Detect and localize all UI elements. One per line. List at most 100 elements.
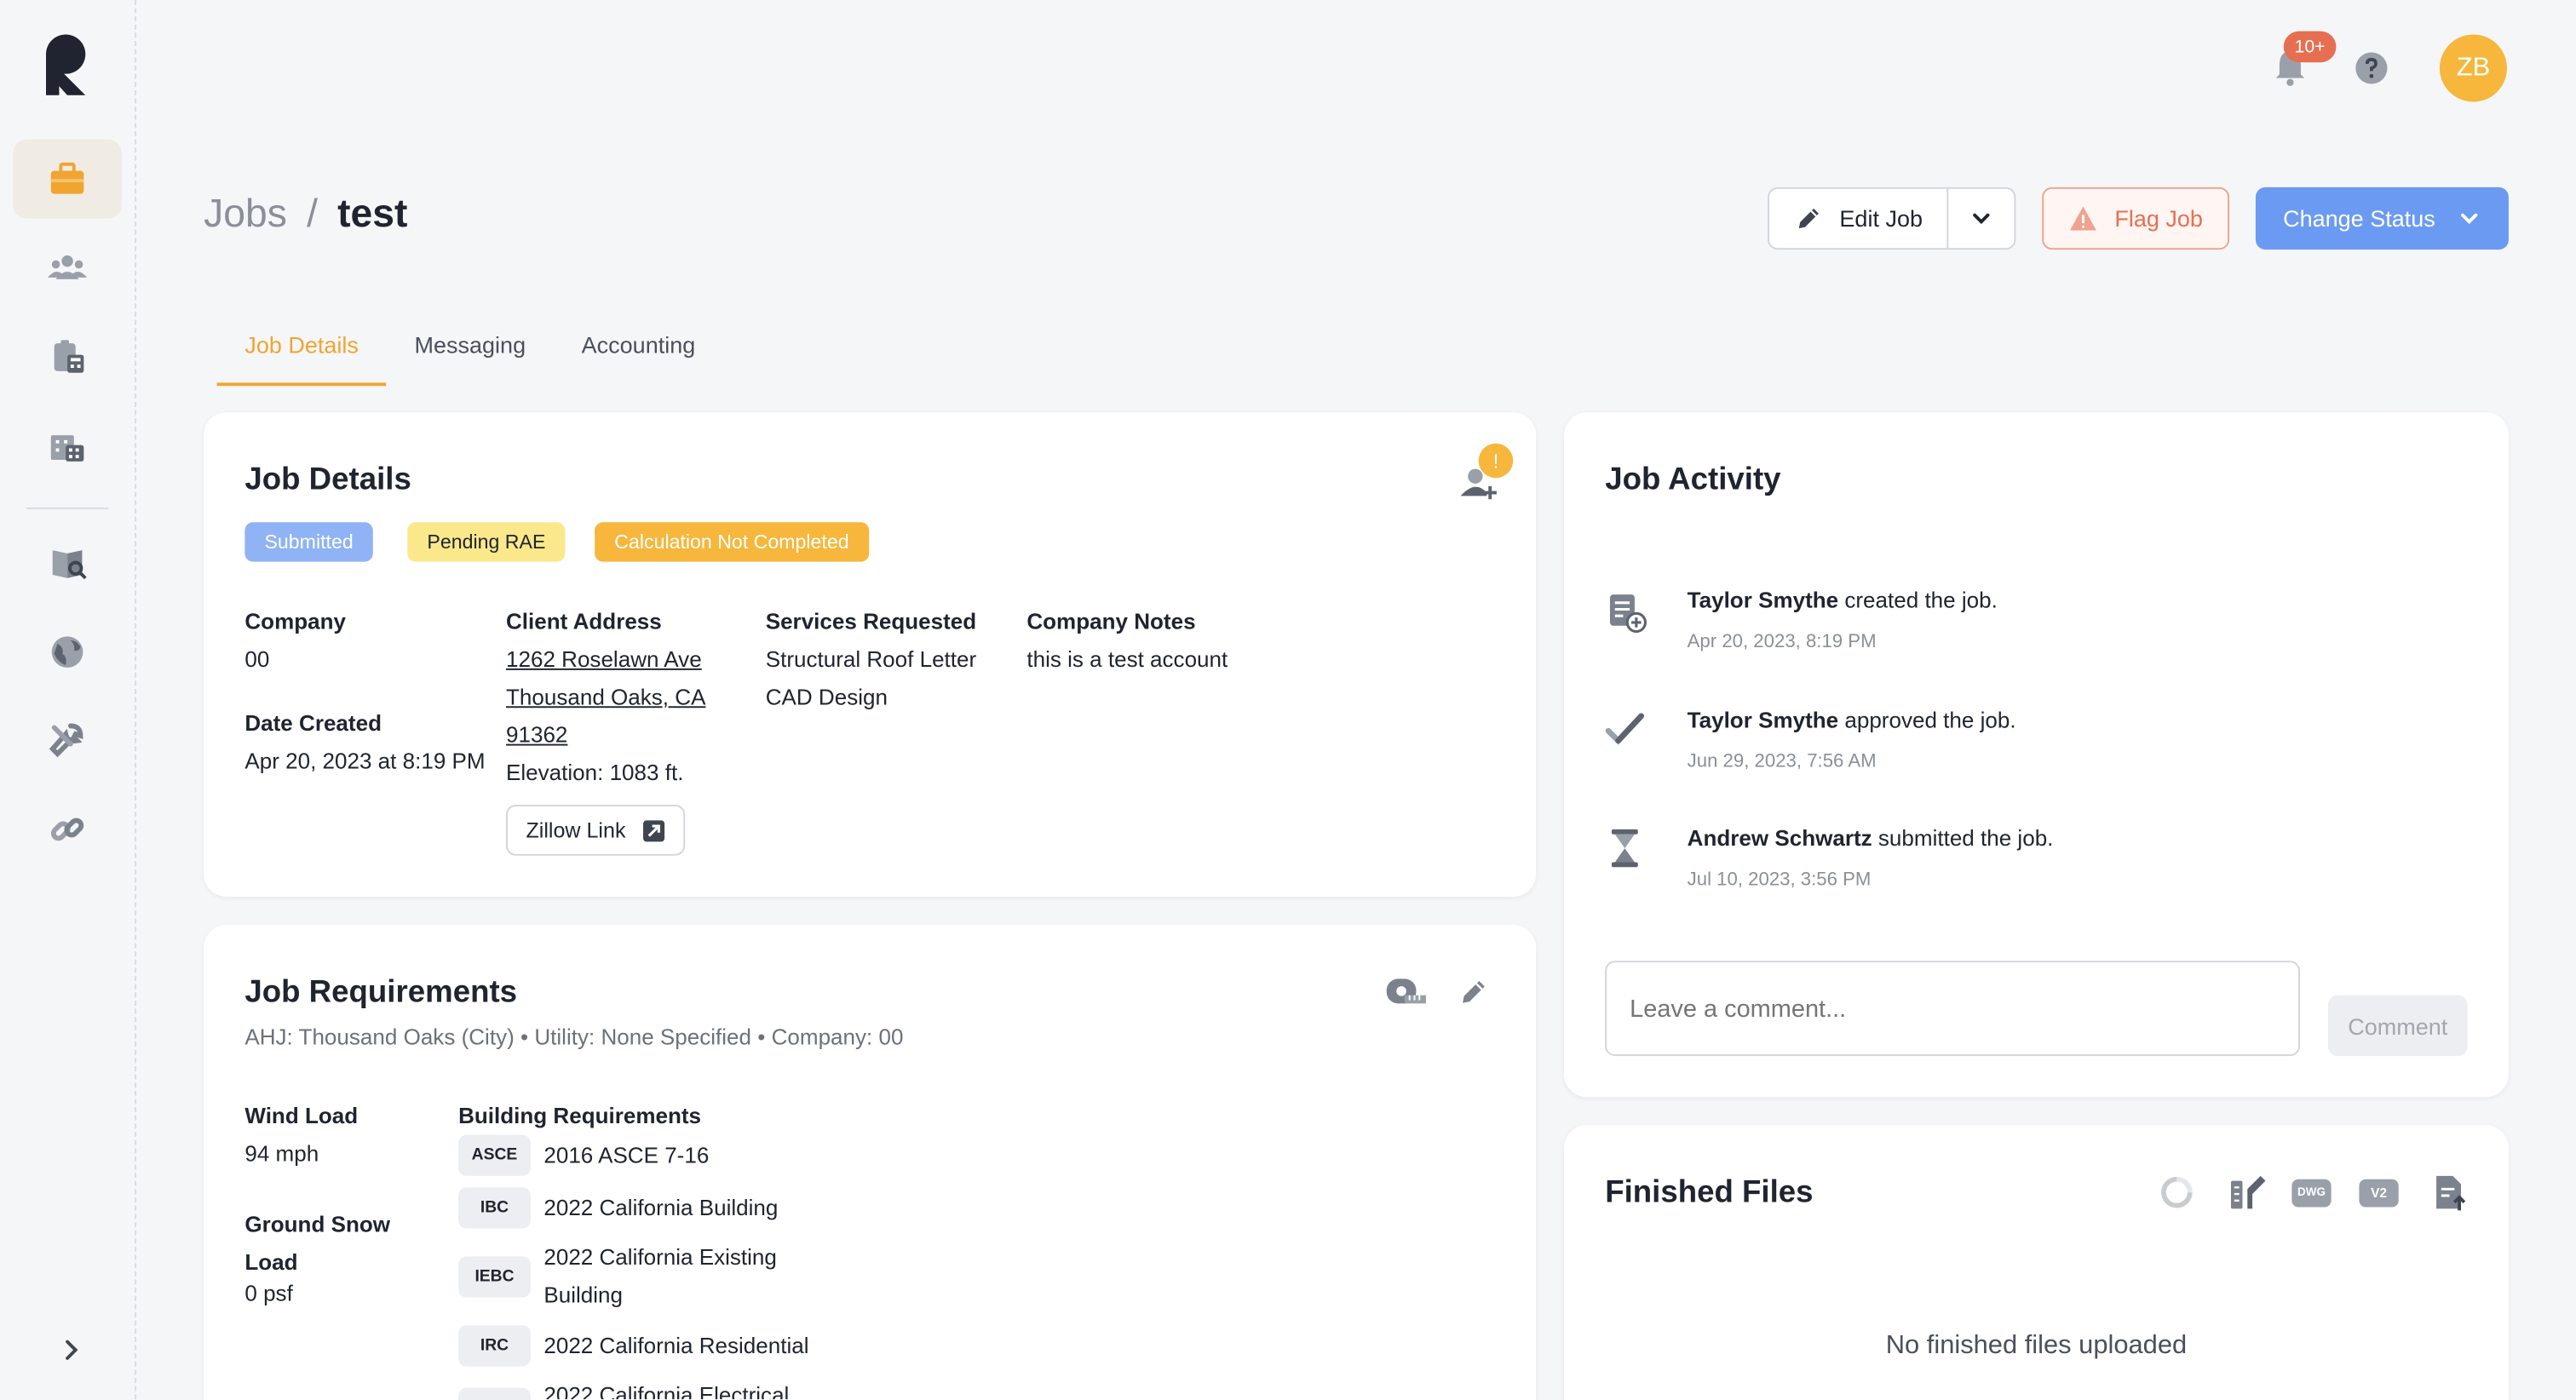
external-link-icon: [642, 819, 664, 841]
avatar[interactable]: ZB: [2439, 34, 2507, 102]
address-line-1[interactable]: 1262 Roselawn Ave: [506, 647, 702, 672]
code-description: 2022 California Existing Building: [543, 1238, 777, 1314]
client-address-link[interactable]: 1262 Roselawn Ave Thousand Oaks, CA 9136…: [506, 640, 705, 791]
chevron-right-icon[interactable]: [56, 1334, 89, 1367]
sidebar: [0, 0, 137, 1400]
building-requirements-label: Building Requirements: [458, 1103, 702, 1128]
finished-files-empty-message: No finished files uploaded: [1885, 1332, 2188, 1360]
tab-accounting[interactable]: Accounting: [554, 322, 723, 386]
breadcrumb: Jobs / test: [204, 192, 407, 238]
snow-load-value: 0 psf: [244, 1281, 293, 1306]
breadcrumb-jobs-link[interactable]: Jobs: [204, 192, 287, 238]
code-description: 2016 ASCE 7-16: [543, 1143, 710, 1168]
activity-timestamp: Jun 29, 2023, 7:56 AM: [1687, 752, 1877, 772]
change-status-button[interactable]: Change Status: [2255, 186, 2509, 250]
code-description-line: 2022 California Existing: [543, 1244, 777, 1270]
comment-input[interactable]: [1605, 961, 2300, 1057]
wind-load-value: 94 mph: [244, 1141, 319, 1167]
status-badge-calculation: Calculation Not Completed: [595, 522, 869, 562]
job-details-title: Job Details: [244, 462, 411, 498]
clipboard-calculator-icon: [54, 340, 84, 373]
sidebar-item-jobs[interactable]: [13, 139, 122, 219]
checkmark-icon: [1605, 713, 1645, 745]
address-line-2[interactable]: Thousand Oaks, CA: [506, 685, 705, 709]
elevation-value: Elevation: 1083 ft.: [505, 760, 684, 785]
service-item: CAD Design: [765, 685, 888, 710]
sidebar-item-library[interactable]: [13, 524, 121, 603]
sidebar-item-companies[interactable]: [13, 405, 121, 485]
briefcase-icon: [50, 162, 84, 194]
status-badge-submitted: Submitted: [244, 522, 373, 562]
code-tag: IRC: [458, 1325, 531, 1367]
flag-job-button[interactable]: Flag Job: [2042, 186, 2230, 250]
activity-action: approved the job.: [1838, 708, 2016, 733]
file-upload-icon[interactable]: [2429, 1173, 2469, 1212]
tab-messaging[interactable]: Messaging: [387, 322, 554, 386]
sidebar-divider: [26, 507, 109, 509]
version-two-icon[interactable]: V2: [2359, 1179, 2399, 1208]
company-value: 00: [244, 646, 270, 672]
company-notes-label: Company Notes: [1026, 609, 1196, 634]
job-activity-title: Job Activity: [1605, 462, 1781, 498]
code-tag: IBC: [458, 1187, 531, 1229]
edit-job-label: Edit Job: [1839, 205, 1923, 232]
tape-measure-icon[interactable]: [1385, 974, 1428, 1010]
service-item: Structural Roof Letter: [765, 646, 977, 672]
ruler-pencil-icon[interactable]: [2228, 1173, 2267, 1212]
edit-job-button-group: Edit Job: [1768, 186, 2016, 250]
company-notes-value: this is a test account: [1026, 646, 1228, 672]
sidebar-item-team[interactable]: [13, 228, 121, 307]
tools-icon: [49, 723, 83, 758]
activity-action: created the job.: [1838, 588, 1998, 613]
activity-actor: Andrew Schwartz: [1687, 826, 1872, 851]
job-requirements-subtitle: AHJ: Thousand Oaks (City) • Utility: Non…: [244, 1024, 904, 1050]
zillow-link-button[interactable]: Zillow Link: [505, 804, 686, 856]
code-tag: IEBC: [458, 1256, 531, 1298]
chevron-down-icon: [2461, 213, 2478, 225]
book-search-icon: [52, 550, 87, 580]
edit-job-button[interactable]: Edit Job: [1769, 189, 1946, 248]
hourglass-icon: [1611, 829, 1638, 868]
comment-button[interactable]: Comment: [2327, 995, 2468, 1057]
dwg-file-icon[interactable]: DWG: [2291, 1179, 2332, 1208]
date-created-value: Apr 20, 2023 at 8:19 PM: [244, 749, 486, 774]
activity-actor: Taylor Smythe: [1687, 708, 1839, 733]
assign-alert-badge: !: [1478, 443, 1514, 479]
chevron-down-icon: [1973, 213, 1990, 225]
notification-badge: 10+: [2283, 31, 2337, 63]
users-icon: [47, 255, 88, 279]
zillow-link-label: Zillow Link: [526, 818, 626, 843]
services-list: Structural Roof Letter CAD Design: [766, 640, 976, 716]
client-address-label: Client Address: [505, 609, 662, 634]
help-icon[interactable]: [2355, 51, 2389, 85]
activity-text: Andrew Schwartz submitted the job.: [1688, 826, 2054, 851]
tab-job-details[interactable]: Job Details: [216, 322, 387, 387]
sidebar-item-integrations[interactable]: [13, 790, 121, 869]
code-description: 2022 California Residential: [543, 1333, 809, 1358]
tab-bar: Job Details Messaging Accounting: [216, 322, 723, 387]
code-description-line: Building: [543, 1282, 624, 1308]
refresh-icon[interactable]: [2157, 1173, 2196, 1212]
edit-job-dropdown-button[interactable]: [1946, 188, 2014, 249]
snow-load-label: Ground Snow Load: [244, 1206, 390, 1282]
pencil-icon[interactable]: [1458, 976, 1491, 1009]
snow-load-label-line: Load: [244, 1249, 298, 1275]
company-logo[interactable]: [43, 33, 89, 95]
code-description: 2022 California Building: [543, 1195, 779, 1220]
sidebar-item-tools[interactable]: [13, 701, 121, 780]
activity-timestamp: Jul 10, 2023, 3:56 PM: [1687, 870, 1872, 891]
flag-job-label: Flag Job: [2114, 205, 2203, 232]
code-tag: [458, 1387, 531, 1400]
warning-icon: [2070, 206, 2097, 231]
job-requirements-title: Job Requirements: [244, 975, 518, 1011]
status-badge-pending-rae: Pending RAE: [407, 522, 566, 562]
activity-text: Taylor Smythe created the job.: [1688, 588, 1998, 612]
sidebar-item-calculations[interactable]: [13, 317, 121, 396]
address-line-3[interactable]: 91362: [506, 723, 567, 748]
globe-icon: [51, 636, 83, 668]
sidebar-item-map[interactable]: [13, 612, 121, 691]
snow-load-label-line: Ground Snow: [244, 1212, 391, 1237]
services-label: Services Requested: [765, 609, 977, 634]
code-tag: ASCE: [458, 1134, 531, 1176]
link-icon: [50, 818, 84, 841]
